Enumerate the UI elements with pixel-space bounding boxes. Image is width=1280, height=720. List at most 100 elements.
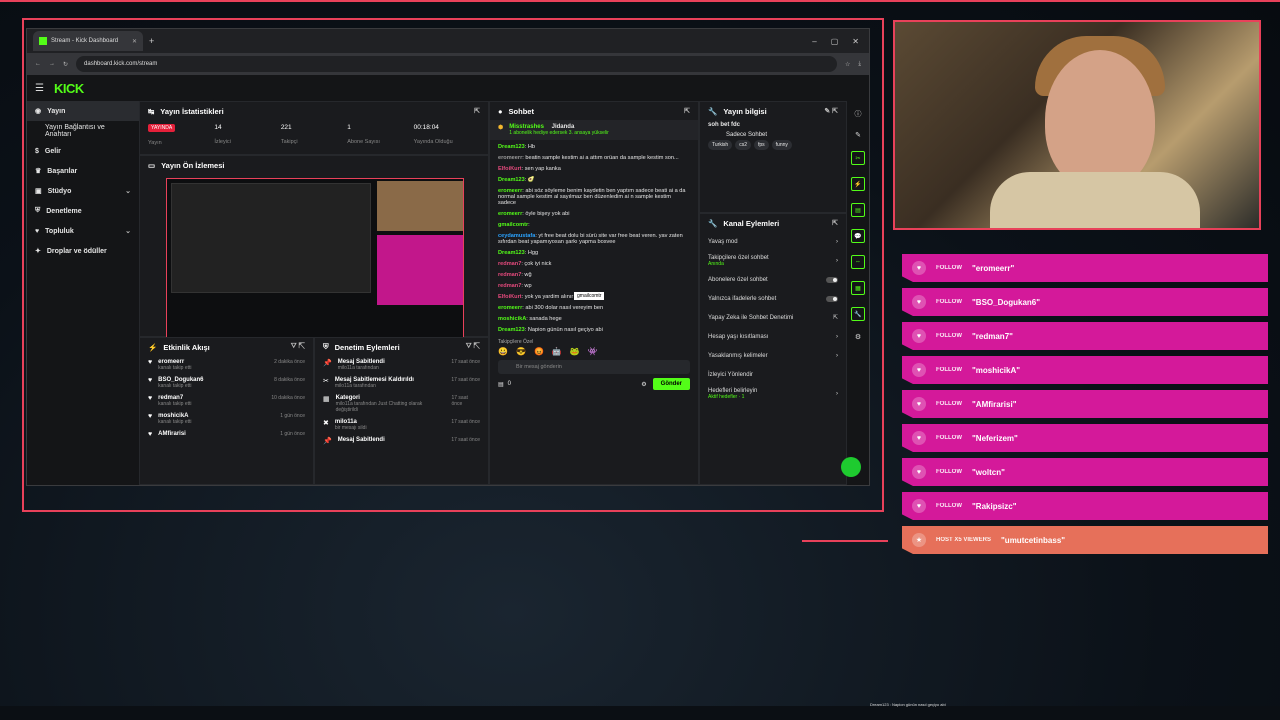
toggle-switch[interactable] [826,295,838,302]
username-tooltip: gmailcomtr [574,292,605,300]
chat-username[interactable]: ElfoiKurt [498,166,522,172]
stream-preview[interactable] [166,178,464,340]
layout-icon[interactable]: ▦ [851,281,865,295]
chat-username[interactable]: Dream123 [498,177,525,183]
chat-username[interactable]: eromeerr [498,211,522,217]
sidebar-item-topluluk[interactable]: ♥ Topluluk ⌄ [27,221,139,241]
inbox-icon[interactable]: ▤ [498,381,504,388]
chat-username[interactable]: redman7 [498,272,521,278]
filter-icon[interactable]: ⛛ ⇱ [291,343,305,351]
frame-accent [802,540,888,542]
edit-icon[interactable]: ✎ [855,131,861,139]
channel-action[interactable]: Hedefleri belirleyin Aktif hedefler · 1 › [700,384,846,403]
external-link-icon[interactable]: ⇱ [833,314,838,321]
emote-icon[interactable]: 😎 [516,347,526,356]
chat-username[interactable]: redman7 [498,283,521,289]
sidebar-item-stream-key[interactable]: Yayın Bağlantısı ve Anahtarı [27,121,139,141]
channel-action[interactable]: Takipçilere özel sohbet Anında › [700,251,846,270]
chat-username[interactable]: moshicikA [498,316,526,322]
bolt-icon: ⚡ [148,342,158,352]
bottom-bar [0,706,1280,720]
channel-action[interactable]: Hesap yaşı kısıtlaması › [700,327,846,346]
chevron-right-icon: › [836,238,838,245]
lower-panels: ⚡ Etkinlik Akışı ⛛ ⇱ ♥ eromeerr kanalı takip… [139,337,489,485]
wrench-icon[interactable]: 🔧 [851,307,865,321]
channel-action[interactable]: Yapay Zeka ile Sohbet Denetimi ⇱ [700,308,846,327]
kick-logo[interactable]: KICK [54,81,84,96]
chat-text: : [528,222,530,228]
menu-icon[interactable]: ☰ [35,83,44,94]
tool-icon[interactable]: ✂ [851,151,865,165]
forward-icon[interactable]: → [49,61,55,67]
emote-icon[interactable]: 😡 [534,347,544,356]
new-tab-icon[interactable]: + [149,36,154,46]
reload-icon[interactable]: ↻ [63,61,68,68]
list-icon[interactable]: ▤ [851,203,865,217]
chat-username[interactable]: eromeerr [498,305,522,311]
chat-input[interactable]: Bir mesaj gönderin [498,360,690,374]
maximize-icon[interactable]: ▢ [831,37,839,46]
action-label: Yapay Zeka ile Sohbet Denetimi [708,314,794,321]
feed-time: 17 saat önce [451,419,480,425]
minimize-icon[interactable]: – [812,37,816,46]
emote-icon[interactable]: 👾 [588,347,598,356]
download-icon[interactable]: ⤓ [858,61,861,68]
channel-action[interactable]: Yavaş mod › [700,232,846,251]
sidebar-item-denetleme[interactable]: ⛨ Denetleme [27,201,139,221]
chat-icon[interactable]: 💬 [851,229,865,243]
channel-action[interactable]: Abonelere özel sohbet [700,270,846,289]
chevron-down-icon: ⌄ [125,188,131,195]
emote-icon[interactable]: 🐸 [570,347,580,356]
tag-pill[interactable]: funny [771,140,792,150]
chat-username[interactable]: Dream123 [498,144,525,150]
stat-value: 221 [280,124,292,131]
send-button[interactable]: Gönder [652,378,690,390]
feed-sub: milo11a tarafından Just Chatting olarak … [335,401,423,413]
chat-username[interactable]: redman7 [498,261,521,267]
bookmark-icon[interactable]: ☆ [845,61,850,68]
sidebar-item-droplar[interactable]: ✦ Droplar ve ödüller [27,241,139,261]
filter-icon[interactable]: ⛛ ⇱ [466,343,480,351]
back-icon[interactable]: ← [35,61,41,67]
edit-icon[interactable]: ✎ ⇱ [824,107,838,115]
link-icon[interactable]: ⇔ [851,255,865,269]
close-window-icon[interactable]: ✕ [852,37,859,46]
pinned-message[interactable]: ⬢ Misstrashes Jidanda 1 abonelik hediye … [490,120,698,140]
tag-pill[interactable]: cs2 [735,140,751,150]
settings-icon[interactable]: ⚙ [641,381,646,388]
channel-action[interactable]: Yasaklanmış kelimeler › [700,346,846,365]
chat-username[interactable]: Dream123 [498,327,525,333]
tag-pill[interactable]: fps [754,140,769,150]
tag-pill[interactable]: Turkish [708,140,733,150]
popout-icon[interactable]: ⇱ [684,107,690,115]
emote-icon[interactable]: 😀 [498,347,508,356]
settings-icon[interactable]: ⚙ [855,333,861,341]
channel-action[interactable]: İzleyici Yönlendir [700,365,846,384]
browser-tab[interactable]: Stream - Kick Dashboard ✕ [33,31,143,51]
address-bar[interactable]: dashboard.kick.com/stream [76,56,837,72]
chat-username[interactable]: Dream123 [498,250,525,256]
feed-time: 1 gün önce [280,431,305,437]
sidebar-item-studyo[interactable]: ▣ Stüdyo ⌄ [27,181,139,201]
close-tab-icon[interactable]: ✕ [132,38,137,45]
toggle-switch[interactable] [826,276,838,283]
sidebar-item-basarilar[interactable]: ♛ Başarılar [27,161,139,181]
tab-bar: Stream - Kick Dashboard ✕ + – ▢ ✕ [27,29,869,53]
sidebar-item-gelir[interactable]: $ Gelir [27,141,139,161]
emote-icon[interactable]: 🤖 [552,347,562,356]
chat-username[interactable]: gmailcomtr [498,222,528,228]
chat-username[interactable]: eromeerr [498,155,522,161]
chat-username[interactable]: ElfoiKurt [498,294,522,300]
channel-action[interactable]: Yalnızca ifadelerle sohbet [700,289,846,308]
info-icon[interactable]: ⓘ [855,109,862,119]
list-item: ♥ eromeerr kanalı takip etti 2 dakika önce [140,356,313,374]
heart-icon: ♥ [912,295,926,309]
popout-icon[interactable]: ⇱ [832,219,838,227]
popout-icon[interactable]: ⇱ [474,107,480,115]
bolt-icon[interactable]: ⚡ [851,177,865,191]
stats-panel: ↹ Yayın İstatistikleri ⇱ YAYINDA Yayın 14 İz… [139,101,489,155]
alert-list: ♥ FOLLOW "eromeerr" ♥ FOLLOW "BSO_Dogukan6" ♥ F… [902,254,1268,560]
action-label: Hedefleri belirleyin [708,387,758,394]
sidebar-item-yayin[interactable]: ◉ Yayın [27,101,139,121]
alert-label: FOLLOW [936,469,962,475]
